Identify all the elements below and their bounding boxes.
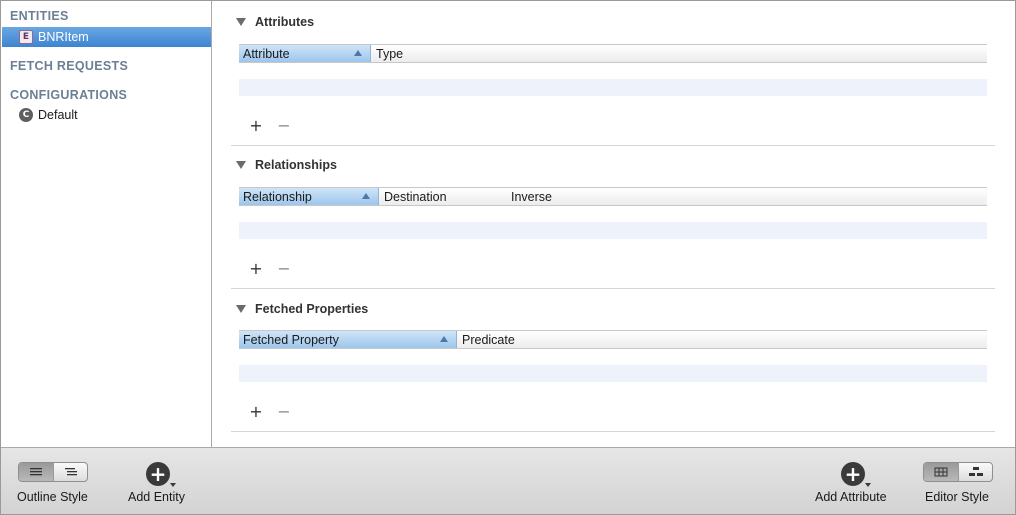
attributes-header[interactable]: Attributes <box>236 15 314 29</box>
sort-ascending-icon <box>354 50 362 56</box>
table-style-button[interactable] <box>924 463 958 481</box>
sidebar-item-label: Default <box>38 108 78 122</box>
column-header-relationship[interactable]: Relationship <box>239 188 379 205</box>
outline-style-label: Outline Style <box>17 490 88 504</box>
flat-list-button[interactable] <box>19 463 53 481</box>
add-entity-button[interactable]: + <box>146 462 176 487</box>
column-header-attribute[interactable]: Attribute <box>239 45 371 62</box>
table-icon <box>934 467 948 477</box>
column-label: Fetched Property <box>243 332 339 347</box>
sidebar-section-configurations[interactable]: CONFIGURATIONS <box>10 88 127 102</box>
relationships-title: Relationships <box>255 158 337 172</box>
sidebar-item-bnritem[interactable]: E BNRItem <box>2 27 211 47</box>
editor-style-label: Editor Style <box>925 490 989 504</box>
relationships-header[interactable]: Relationships <box>236 158 337 172</box>
fetched-properties-title: Fetched Properties <box>255 302 369 316</box>
section-divider <box>231 145 995 146</box>
entity-editor: Attributes Attribute Type + − Relationsh… <box>213 1 1015 447</box>
column-header-type[interactable]: Type <box>372 45 572 62</box>
table-row <box>239 79 987 96</box>
editor-style-control <box>923 462 993 482</box>
add-attribute-button[interactable]: + <box>841 462 871 487</box>
sidebar-item-default[interactable]: C Default <box>2 105 211 125</box>
configuration-icon: C <box>19 108 33 122</box>
section-divider <box>231 288 995 289</box>
hierarchical-list-button[interactable] <box>53 463 87 481</box>
graph-icon <box>968 467 983 476</box>
relationships-add-remove: + − <box>249 259 291 278</box>
list-icon <box>30 468 42 476</box>
outline-style-control <box>18 462 88 482</box>
column-header-destination[interactable]: Destination <box>380 188 506 205</box>
add-attribute-small-button[interactable]: + <box>249 116 263 135</box>
remove-attribute-button[interactable]: − <box>277 116 291 135</box>
sort-ascending-icon <box>362 193 370 199</box>
sidebar: ENTITIES E BNRItem FETCH REQUESTS CONFIG… <box>1 1 212 447</box>
disclosure-triangle-icon[interactable] <box>236 161 246 169</box>
disclosure-triangle-icon[interactable] <box>236 18 246 26</box>
entity-icon: E <box>19 30 33 44</box>
table-row <box>239 222 987 239</box>
dropdown-caret-icon <box>170 483 176 487</box>
fetched-properties-add-remove: + − <box>249 402 291 421</box>
graph-style-button[interactable] <box>958 463 992 481</box>
add-fetched-property-button[interactable]: + <box>249 402 263 421</box>
attributes-title: Attributes <box>255 15 315 29</box>
remove-fetched-property-button[interactable]: − <box>277 402 291 421</box>
dropdown-caret-icon <box>865 483 871 487</box>
column-label: Attribute <box>243 46 290 61</box>
table-header: Fetched Property Predicate <box>239 330 987 349</box>
column-header-predicate[interactable]: Predicate <box>458 331 658 348</box>
add-attribute-label: Add Attribute <box>815 490 887 504</box>
disclosure-triangle-icon[interactable] <box>236 305 246 313</box>
add-relationship-button[interactable]: + <box>249 259 263 278</box>
attributes-add-remove: + − <box>249 116 291 135</box>
sidebar-section-fetch-requests[interactable]: FETCH REQUESTS <box>10 59 128 73</box>
table-header: Attribute Type <box>239 44 987 63</box>
table-header: Relationship Destination Inverse <box>239 187 987 206</box>
sidebar-section-entities: ENTITIES <box>10 9 69 23</box>
fetched-properties-header[interactable]: Fetched Properties <box>236 302 368 316</box>
hierarchy-list-icon <box>64 468 77 476</box>
column-header-fetched-property[interactable]: Fetched Property <box>239 331 457 348</box>
plus-icon: + <box>844 462 862 486</box>
table-row <box>239 365 987 382</box>
sidebar-item-label: BNRItem <box>38 30 89 44</box>
column-header-inverse[interactable]: Inverse <box>507 188 707 205</box>
bottom-toolbar: Outline Style + Add Entity + Add Attribu… <box>1 447 1015 514</box>
remove-relationship-button[interactable]: − <box>277 259 291 278</box>
column-label: Relationship <box>243 189 312 204</box>
add-entity-label: Add Entity <box>128 490 185 504</box>
section-divider <box>231 431 995 432</box>
window: ENTITIES E BNRItem FETCH REQUESTS CONFIG… <box>0 0 1016 515</box>
sort-ascending-icon <box>440 336 448 342</box>
plus-icon: + <box>149 462 167 486</box>
